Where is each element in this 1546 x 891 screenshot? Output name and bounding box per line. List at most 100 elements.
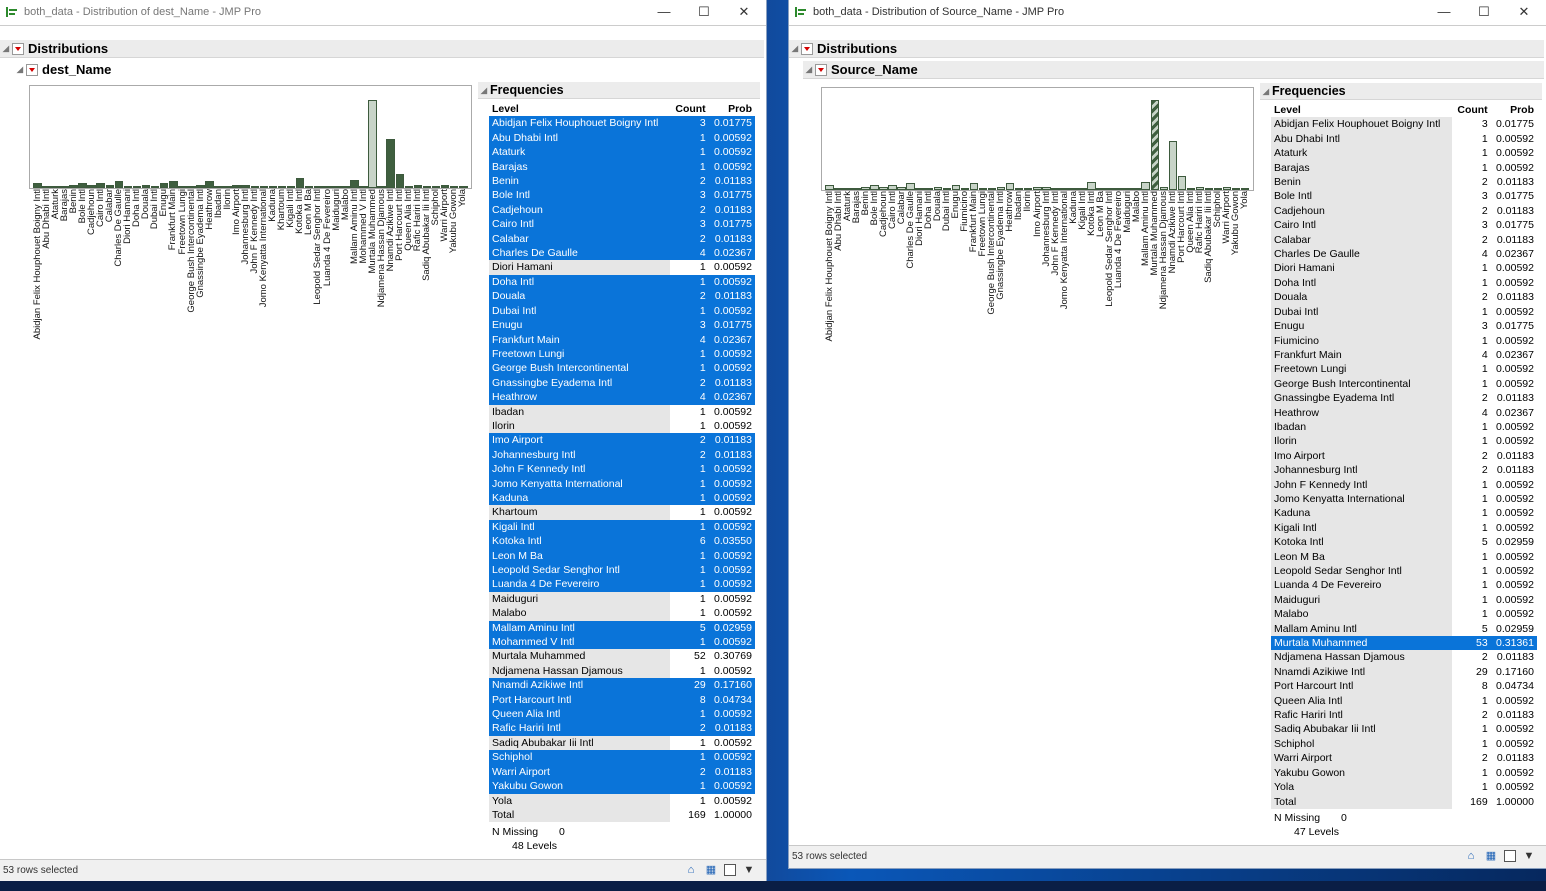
histogram-bar[interactable] [350, 179, 359, 188]
right-window[interactable]: both_data - Distribution of Source_Name … [789, 0, 1546, 868]
frequencies-outline[interactable]: ◢ Frequencies [1260, 83, 1542, 100]
histogram-bar[interactable] [223, 186, 232, 188]
histogram-bar[interactable] [825, 184, 834, 190]
histogram-bar[interactable] [933, 186, 943, 190]
histogram-bar[interactable] [286, 186, 296, 188]
histogram[interactable] [29, 85, 472, 189]
table-row[interactable]: Yola 1 0.00592 [489, 793, 755, 808]
table-row[interactable]: Nnamdi Azikiwe Intl 29 0.17160 [1271, 664, 1537, 680]
table-row[interactable]: Sadiq Abubakar Iii Intl 1 0.00592 [1271, 722, 1537, 737]
disclosure-icon[interactable]: ◢ [803, 65, 815, 74]
histogram-bar[interactable] [1060, 188, 1069, 190]
histogram-bar[interactable] [196, 184, 205, 188]
histogram-bar[interactable] [942, 188, 952, 190]
histogram-bar[interactable] [395, 174, 405, 188]
histogram-bar[interactable] [105, 184, 115, 188]
table-row[interactable]: Port Harcourt Intl 8 0.04734 [1271, 679, 1537, 694]
histogram-bar[interactable] [214, 186, 223, 188]
table-row[interactable]: Malabo 1 0.00592 [489, 606, 755, 621]
table-row[interactable]: Ndjamena Hassan Djamous 2 0.01183 [1271, 650, 1537, 665]
histogram-bar[interactable] [1042, 186, 1051, 190]
table-row[interactable]: Douala 2 0.01183 [1271, 290, 1537, 305]
histogram-bar[interactable] [250, 186, 260, 188]
table-row[interactable]: Leopold Sedar Senghor Intl 1 0.00592 [489, 563, 755, 578]
histogram-bar[interactable] [359, 186, 368, 188]
col-count[interactable]: Count [670, 102, 709, 117]
table-row[interactable]: Gnassingbe Eyadema Intl 2 0.01183 [489, 375, 755, 391]
histogram-bar[interactable] [1123, 188, 1132, 190]
histogram-bar[interactable] [915, 188, 924, 190]
table-row[interactable]: Dubai Intl 1 0.00592 [1271, 304, 1537, 320]
histogram[interactable] [821, 87, 1254, 191]
histogram-bar[interactable] [69, 184, 78, 188]
table-row[interactable]: Abidjan Felix Houphouet Boigny Intl 3 0.01… [489, 116, 755, 131]
table-row[interactable]: Enugu 3 0.01775 [1271, 319, 1537, 334]
table-row[interactable]: Jomo Kenyatta International 1 0.00592 [1271, 491, 1537, 507]
disclosure-icon[interactable]: ◢ [1260, 87, 1272, 96]
histogram-bar[interactable] [1213, 188, 1223, 190]
table-row[interactable]: Kaduna 1 0.00592 [489, 490, 755, 506]
red-triangle-menu-icon[interactable] [801, 42, 813, 55]
maximize-icon[interactable]: ☐ [1464, 2, 1504, 22]
histogram-bar[interactable] [132, 186, 142, 188]
minimize-icon[interactable]: — [1424, 2, 1464, 22]
table-row[interactable]: Heathrow 4 0.02367 [1271, 405, 1537, 420]
histogram-bar[interactable] [368, 99, 377, 188]
table-row[interactable]: Fiumicino 1 0.00592 [1271, 333, 1537, 348]
col-level[interactable]: Level [489, 102, 671, 117]
table-row[interactable]: Bole Intl 3 0.01775 [1271, 189, 1537, 204]
histogram-bar[interactable] [123, 186, 133, 188]
red-triangle-menu-icon[interactable] [26, 63, 38, 76]
table-row[interactable]: Kigali Intl 1 0.00592 [1271, 520, 1537, 536]
table-row[interactable]: Luanda 4 De Fevereiro 1 0.00592 [489, 577, 755, 592]
table-row[interactable]: Port Harcourt Intl 8 0.04734 [489, 692, 755, 708]
histogram-bar[interactable] [187, 186, 196, 188]
table-row[interactable]: George Bush Intercontinental 1 0.00592 [1271, 376, 1537, 392]
histogram-bar[interactable] [843, 188, 852, 190]
histogram-bar[interactable] [1023, 188, 1033, 190]
histogram-bar[interactable] [1150, 100, 1160, 190]
minimize-icon[interactable]: — [644, 2, 684, 22]
close-icon[interactable]: ✕ [1504, 2, 1544, 22]
histogram-bar[interactable] [60, 186, 69, 188]
histogram-bar[interactable] [996, 186, 1006, 190]
red-triangle-menu-icon[interactable] [815, 63, 827, 76]
table-row[interactable]: Charles De Gaulle 4 0.02367 [1271, 247, 1537, 262]
table-row[interactable]: Ibadan 1 0.00592 [489, 404, 755, 419]
histogram-bar[interactable] [1051, 188, 1060, 190]
home-icon[interactable]: ⌂ [684, 863, 698, 877]
table-row[interactable]: Leon M Ba 1 0.00592 [489, 548, 755, 563]
histogram-bar[interactable] [1141, 181, 1151, 190]
histogram-bar[interactable] [449, 186, 459, 188]
histogram-bar[interactable] [960, 188, 970, 190]
table-row[interactable]: Kotoka Intl 5 0.02959 [1271, 535, 1537, 550]
histogram-bar[interactable] [96, 182, 105, 188]
col-level[interactable]: Level [1271, 103, 1453, 118]
histogram-bar[interactable] [241, 184, 250, 188]
table-row[interactable]: Kotoka Intl 6 0.03550 [489, 534, 755, 549]
histogram-bar[interactable] [159, 182, 169, 188]
histogram-bar[interactable] [295, 177, 305, 188]
table-row[interactable]: Cadjehoun 2 0.01183 [1271, 203, 1537, 219]
table-row[interactable]: Frankfurt Main 4 0.02367 [1271, 347, 1537, 363]
histogram-bar[interactable] [834, 188, 843, 190]
table-row[interactable]: Ibadan 1 0.00592 [1271, 419, 1537, 435]
distributions-outline[interactable]: ◢ Distributions [789, 40, 1544, 58]
table-row[interactable]: Kigali Intl 1 0.00592 [489, 519, 755, 535]
histogram-bar[interactable] [1032, 186, 1042, 190]
histogram-bar[interactable] [969, 183, 979, 190]
window-list-icon[interactable] [724, 864, 736, 876]
disclosure-icon[interactable]: ◢ [478, 86, 490, 95]
histogram-bar[interactable] [268, 186, 278, 188]
left-window[interactable]: both_data - Distribution of dest_Name - … [0, 0, 766, 882]
table-icon[interactable]: ▦ [1484, 849, 1498, 863]
table-row[interactable]: Yakubu Gowon 1 0.00592 [489, 779, 755, 794]
table-row[interactable]: Diori Hamani 1 0.00592 [489, 260, 755, 275]
histogram-bar[interactable] [906, 183, 915, 190]
table-row[interactable]: Abu Dhabi Intl 1 0.00592 [489, 130, 755, 146]
table-row[interactable]: Schiphol 1 0.00592 [489, 750, 755, 765]
histogram-bar[interactable] [323, 186, 332, 188]
table-row[interactable]: Abu Dhabi Intl 1 0.00592 [1271, 131, 1537, 147]
histogram-bar[interactable] [377, 186, 386, 188]
table-row[interactable]: Imo Airport 2 0.01183 [489, 433, 755, 448]
